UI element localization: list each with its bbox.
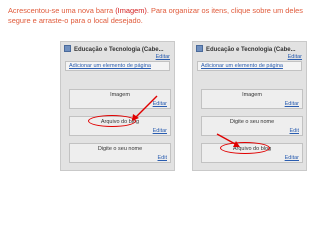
caption-text-start: Acrescentou-se uma nova barra (8, 6, 116, 15)
caption-highlight: (Imagem) (115, 6, 147, 15)
instruction-caption: Acrescentou-se uma nova barra (Imagem). … (8, 6, 312, 26)
layout-panel-before: Educação e Tecnologia (Cabe... Editar Ad… (60, 41, 175, 171)
arrow-icon (132, 95, 158, 121)
layout-panel-after: Educação e Tecnologia (Cabe... Editar Ad… (192, 41, 307, 171)
arrow-icon (216, 133, 240, 147)
